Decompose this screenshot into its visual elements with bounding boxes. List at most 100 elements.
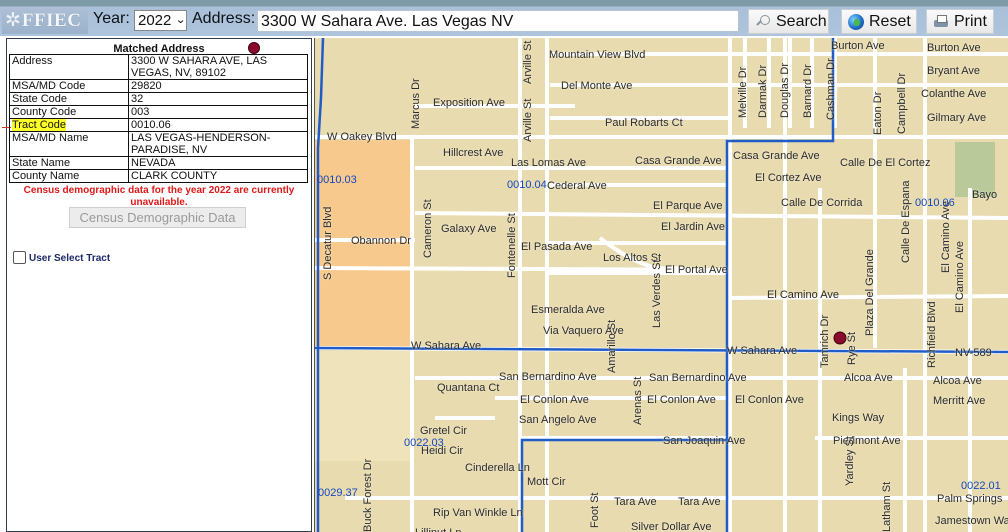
street-label: Exposition Ave: [433, 97, 505, 109]
street-label: Las Lomas Ave: [511, 157, 587, 169]
row-value: 0010.06: [128, 118, 308, 132]
street-label: Rip Van Winkle Ln: [433, 507, 523, 519]
street-label: Darmak Dr: [757, 64, 769, 118]
census-demographic-data-button[interactable]: Census Demographic Data: [69, 207, 246, 228]
tract-label[interactable]: 0010.04: [507, 180, 547, 191]
tract-label[interactable]: 0029.37: [318, 488, 358, 499]
search-button-label: Search: [776, 12, 827, 30]
street-label: Marcus Dr: [410, 78, 422, 129]
street-label: Melville Dr: [737, 66, 749, 118]
street-label: Barnard Dr: [802, 64, 814, 118]
street-label: Obannon Dr: [351, 235, 411, 247]
street-label: Burton Ave: [927, 42, 981, 54]
address-table-row: County Name CLARK COUNTY: [9, 169, 308, 183]
user-select-tract[interactable]: User Select Tract: [13, 250, 110, 264]
street-label: Eaton Dr: [872, 91, 884, 135]
street-label: W Sahara Ave: [411, 340, 482, 352]
street-label: Plaza Del Grande: [864, 249, 876, 336]
address-label: Address:: [192, 10, 256, 27]
street-label: El Cortez Ave: [755, 172, 822, 184]
street-label: Gilmary Ave: [927, 112, 987, 124]
street-label: Hillcrest Ave: [443, 147, 504, 159]
logo-text: FFIEC: [21, 9, 82, 31]
street-label: El Camino Ave: [940, 201, 952, 273]
address-input[interactable]: 3300 W Sahara Ave. Las Vegas NV: [257, 10, 739, 32]
toolbar: ✲ FFIEC Year: 2022 ⌄ Address: 3300 W Sah…: [0, 0, 1008, 36]
print-button-label: Print: [954, 12, 987, 30]
row-key-text: County Code: [12, 106, 77, 118]
matched-address-panel: Matched Address Address 3300 W SAHARA AVE…: [2, 38, 312, 532]
row-key-text: State Name: [12, 157, 71, 169]
year-value: 2022: [138, 12, 172, 29]
user-select-tract-label: User Select Tract: [29, 253, 111, 264]
street-label: El Jardin Ave: [661, 221, 726, 233]
tract-label[interactable]: 0022.03: [404, 438, 444, 449]
row-key: MSA/MD Code: [9, 79, 129, 93]
street-label: Calle De Espana: [900, 180, 912, 263]
street-label: Alcoa Ave: [844, 372, 893, 384]
row-key: State Code: [9, 92, 129, 106]
street-label: Galaxy Ave: [441, 223, 497, 235]
street-label: El Pasada Ave: [521, 241, 593, 253]
street-label: Tara Ave: [614, 496, 657, 508]
street-label: Cinderella Ln: [465, 462, 530, 474]
street-label: El Camino Ave: [767, 289, 839, 301]
address-table: Address 3300 W SAHARA AVE, LAS VEGAS, NV,…: [9, 54, 308, 183]
row-value: NEVADA: [128, 156, 308, 170]
street-label: Burton Ave: [831, 40, 885, 52]
row-key: MSA/MD Name: [9, 131, 129, 157]
street-label: Amarillo St: [606, 319, 618, 373]
street-label: Kings Way: [832, 412, 885, 424]
street-label: Las Verdes St: [651, 259, 663, 329]
street-label: Colanthe Ave: [921, 88, 987, 100]
row-key: Address: [9, 54, 129, 80]
street-label: El Conlon Ave: [735, 394, 804, 406]
address-table-row: Address 3300 W SAHARA AVE, LAS VEGAS, NV,…: [9, 54, 308, 80]
map-view[interactable]: Mountain View Blvd Del Monte Ave Expositio…: [314, 38, 1008, 532]
tract-label[interactable]: 0010.06: [915, 198, 955, 209]
print-button[interactable]: Print: [926, 9, 994, 34]
tract-label[interactable]: 0010.03: [317, 175, 357, 186]
street-label: W Sahara Ave: [727, 345, 798, 357]
street-label: Latham St: [881, 481, 893, 532]
magnifier-icon: [755, 14, 771, 30]
address-table-row: Tract Code 0010.06: [9, 118, 308, 132]
street-label: Douglas Dr: [779, 62, 791, 118]
row-value: 003: [128, 105, 308, 119]
row-key-text: County Name: [12, 170, 80, 182]
address-table-row: MSA/MD Name LAS VEGAS-HENDERSON-PARADISE,…: [9, 131, 308, 157]
street-label: Quantana Ct: [437, 382, 500, 394]
row-value: 32: [128, 92, 308, 106]
street-label: W Oakey Blvd: [327, 131, 397, 143]
street-label: Fontenelle St: [506, 213, 518, 278]
search-button[interactable]: Search: [748, 9, 829, 34]
ffiec-logo[interactable]: ✲ FFIEC: [2, 7, 88, 34]
row-key-text: Tract Code: [12, 119, 67, 131]
street-label: Del Monte Ave: [561, 80, 633, 92]
street-label: Merritt Ave: [933, 395, 986, 407]
chevron-down-icon: ⌄: [175, 14, 187, 26]
row-key: County Name: [9, 169, 129, 183]
reset-button[interactable]: Reset: [841, 9, 917, 34]
row-key: County Code: [9, 105, 129, 119]
year-select[interactable]: 2022 ⌄: [134, 10, 187, 31]
tract-label[interactable]: 0022.01: [961, 481, 1001, 492]
census-unavailable-message: Census demographic data for the year 202…: [23, 185, 295, 208]
row-value: LAS VEGAS-HENDERSON-PARADISE, NV: [128, 131, 308, 157]
row-key: State Name: [9, 156, 129, 170]
street-label: Paul Robarts Ct: [605, 117, 683, 129]
star-icon: ✲: [5, 10, 21, 31]
street-label: Bayo: [972, 189, 998, 201]
street-label: Cameron St: [422, 199, 434, 258]
location-marker-icon: [248, 42, 260, 54]
row-key-text: MSA/MD Name: [12, 132, 89, 144]
row-value: CLARK COUNTY: [128, 169, 308, 183]
address-table-row: County Code 003: [9, 105, 308, 119]
street-label: NV-589: [955, 347, 992, 359]
user-select-tract-checkbox[interactable]: [13, 250, 26, 264]
street-label: Bryant Ave: [927, 65, 980, 77]
row-key-text: Address: [12, 55, 53, 67]
address-table-row: MSA/MD Code 29820: [9, 79, 308, 93]
street-label: Silver Dollar Ave: [631, 521, 712, 532]
location-marker-icon[interactable]: [833, 331, 847, 345]
